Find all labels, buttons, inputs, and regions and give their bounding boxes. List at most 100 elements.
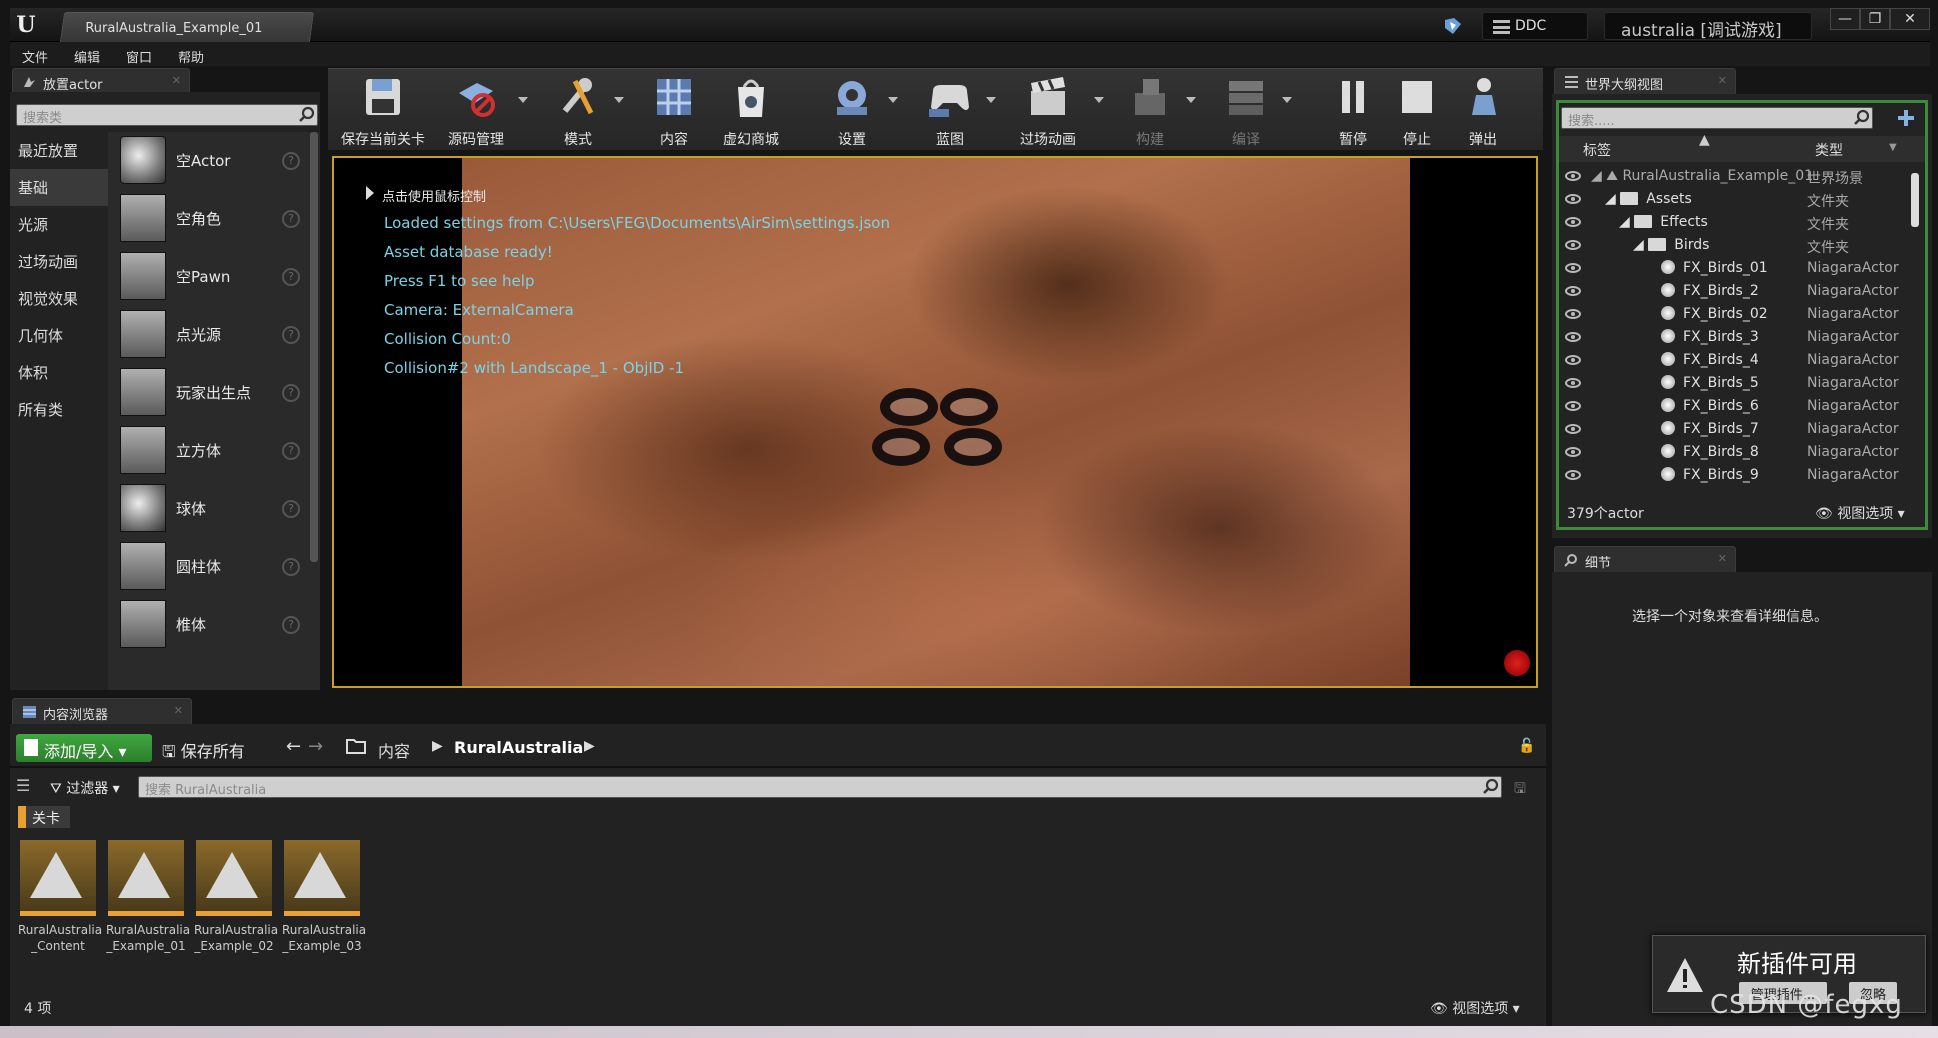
visibility-eye-icon[interactable] — [1565, 309, 1581, 319]
save-search-icon[interactable]: 🖫 — [1514, 778, 1526, 802]
content-search-input[interactable]: 搜索 RuralAustralia — [138, 776, 1502, 798]
folder-open-icon[interactable] — [346, 738, 366, 754]
help-icon[interactable]: ? — [282, 442, 300, 460]
help-icon[interactable]: ? — [282, 558, 300, 576]
outliner-row[interactable]: FX_Birds_3 NiagaraActor — [1559, 326, 1909, 349]
outliner-search-input[interactable]: 搜索..... — [1561, 107, 1873, 129]
column-label[interactable]: 标签 — [1583, 140, 1611, 160]
outliner-row[interactable]: ◢ ⛰ RuralAustralia_Example_01 世界场景 — [1559, 165, 1909, 188]
outliner-view-options[interactable]: 👁 视图选项 ▾ — [1815, 503, 1905, 523]
content-view-options[interactable]: 👁 视图选项 ▾ — [1430, 998, 1520, 1018]
asset-tile[interactable]: RuralAustralia _Content — [18, 840, 102, 954]
search-icon[interactable] — [1482, 778, 1500, 796]
help-icon[interactable]: ? — [282, 616, 300, 634]
record-icon[interactable] — [1504, 650, 1530, 676]
lock-icon[interactable]: 🔓 — [1518, 738, 1535, 754]
sort-arrow-icon[interactable]: ▲ — [1699, 132, 1710, 148]
outliner-row[interactable]: FX_Birds_2 NiagaraActor — [1559, 280, 1909, 303]
visibility-eye-icon[interactable] — [1565, 355, 1581, 365]
dropdown-arrow-icon[interactable] — [888, 97, 898, 103]
level-document-tab[interactable]: RuralAustralia_Example_01 — [59, 12, 315, 42]
actor-item-cube[interactable]: 立方体? — [112, 422, 306, 480]
asset-tile[interactable]: RuralAustralia _Example_01 — [106, 840, 190, 954]
minimize-button[interactable]: — — [1830, 8, 1860, 30]
visibility-eye-icon[interactable] — [1565, 286, 1581, 296]
eject-button[interactable]: 弹出 — [1458, 75, 1508, 151]
tab-close-icon[interactable]: ✕ — [1718, 74, 1727, 87]
path-folder[interactable]: RuralAustralia — [454, 738, 583, 757]
tab-close-icon[interactable]: ✕ — [174, 704, 183, 717]
menu-window[interactable]: 窗口 — [126, 42, 152, 66]
help-icon[interactable]: ? — [282, 152, 300, 170]
actor-item-cone[interactable]: 椎体? — [112, 596, 306, 654]
expand-arrow-icon[interactable]: ◢ — [1619, 214, 1634, 230]
outliner-row[interactable]: FX_Birds_02 NiagaraActor — [1559, 303, 1909, 326]
visibility-eye-icon[interactable] — [1565, 470, 1581, 480]
visibility-eye-icon[interactable] — [1565, 171, 1581, 181]
help-icon[interactable]: ? — [282, 500, 300, 518]
expand-arrow-icon[interactable]: ◢ — [1591, 168, 1606, 184]
help-icon[interactable]: ? — [282, 326, 300, 344]
settings-button[interactable]: 设置 — [822, 75, 898, 151]
outliner-row[interactable]: ◢ Assets 文件夹 — [1559, 188, 1909, 211]
content-browser-tab[interactable]: 内容浏览器 ✕ — [12, 698, 192, 724]
dropdown-arrow-icon[interactable] — [614, 97, 624, 103]
dropdown-arrow-icon[interactable] — [1094, 97, 1104, 103]
path-root[interactable]: 内容 — [378, 738, 410, 762]
build-button[interactable]: 构建 — [1120, 75, 1196, 151]
details-tab[interactable]: 细节 ✕ — [1554, 546, 1736, 572]
column-dropdown-icon[interactable]: ▼ — [1889, 142, 1897, 153]
blueprints-button[interactable]: 蓝图 — [920, 75, 996, 151]
visibility-eye-icon[interactable] — [1565, 240, 1581, 250]
add-import-button[interactable]: 添加/导入 ▾ — [16, 734, 152, 762]
source-control-button[interactable]: 源码管理 — [440, 75, 528, 151]
outliner-scrollbar[interactable] — [1911, 173, 1919, 227]
actor-item-empty-pawn[interactable]: 空Pawn? — [112, 248, 306, 306]
outliner-row[interactable]: FX_Birds_01 NiagaraActor — [1559, 257, 1909, 280]
forward-arrow-icon[interactable]: → — [308, 736, 323, 757]
asset-tile[interactable]: RuralAustralia _Example_03 — [282, 840, 366, 954]
dropdown-arrow-icon[interactable] — [986, 97, 996, 103]
search-icon[interactable] — [298, 106, 316, 124]
compile-button[interactable]: 编译 — [1216, 75, 1292, 151]
sources-toggle-icon[interactable]: ☰ — [16, 776, 30, 795]
actor-item-sphere[interactable]: 球体? — [112, 480, 306, 538]
menu-help[interactable]: 帮助 — [178, 42, 204, 66]
back-arrow-icon[interactable]: ← — [286, 736, 301, 757]
save-all-button[interactable]: 🖫 保存所有 — [162, 738, 245, 768]
category-recent[interactable]: 最近放置 — [10, 132, 108, 169]
level-viewport[interactable]: 点击使用鼠标控制 Loaded settings from C:\Users\F… — [332, 156, 1538, 688]
help-icon[interactable]: ? — [282, 210, 300, 228]
world-outliner-tab[interactable]: 世界大纲视图 ✕ — [1554, 68, 1736, 94]
stop-button[interactable]: 停止 — [1392, 75, 1442, 151]
actor-item-empty-actor[interactable]: 空Actor? — [112, 132, 306, 190]
pause-button[interactable]: 暂停 — [1328, 75, 1378, 151]
cinematics-button[interactable]: 过场动画 — [1008, 75, 1104, 151]
category-volumes[interactable]: 体积 — [10, 354, 108, 391]
actor-item-player-start[interactable]: 玩家出生点? — [112, 364, 306, 422]
marketplace-button[interactable]: 虚幻商城 — [716, 75, 786, 151]
filter-tag-level[interactable]: 关卡 — [18, 806, 70, 828]
search-icon[interactable] — [1853, 109, 1871, 127]
category-all-classes[interactable]: 所有类 — [10, 391, 108, 428]
tab-close-icon[interactable]: ✕ — [1718, 552, 1727, 565]
column-type[interactable]: 类型 — [1815, 140, 1843, 160]
ddc-button[interactable]: DDC — [1482, 12, 1588, 40]
tab-close-icon[interactable]: ✕ — [172, 74, 181, 87]
actor-item-point-light[interactable]: 点光源? — [112, 306, 306, 364]
place-actor-search-input[interactable]: 搜索类 — [16, 104, 318, 126]
category-lights[interactable]: 光源 — [10, 206, 108, 243]
outliner-row[interactable]: ◢ Effects 文件夹 — [1559, 211, 1909, 234]
outliner-row[interactable]: FX_Birds_8 NiagaraActor — [1559, 441, 1909, 464]
close-button[interactable]: ✕ — [1890, 8, 1930, 30]
actor-item-cylinder[interactable]: 圆柱体? — [112, 538, 306, 596]
menu-edit[interactable]: 编辑 — [74, 42, 100, 66]
source-control-icon[interactable] — [1442, 16, 1464, 36]
unreal-logo-icon[interactable]: U — [12, 11, 40, 39]
visibility-eye-icon[interactable] — [1565, 332, 1581, 342]
visibility-eye-icon[interactable] — [1565, 447, 1581, 457]
category-basic[interactable]: 基础 — [10, 169, 108, 206]
category-visual-effects[interactable]: 视觉效果 — [10, 280, 108, 317]
restore-button[interactable]: ❐ — [1860, 8, 1890, 30]
dropdown-arrow-icon[interactable] — [518, 97, 528, 103]
